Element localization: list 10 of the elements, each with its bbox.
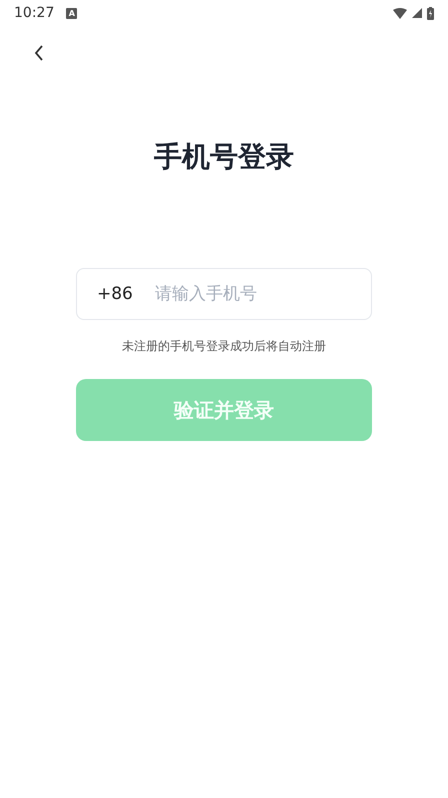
country-code: +86 <box>97 284 133 304</box>
notification-icon: A <box>66 8 78 18</box>
phone-field[interactable]: +86 请输入手机号 <box>76 268 372 320</box>
status-time: 10:27 <box>14 5 54 21</box>
page-title: 手机号登录 <box>154 139 294 175</box>
battery-icon <box>427 6 434 20</box>
back-icon <box>34 45 44 61</box>
wifi-icon <box>393 8 407 18</box>
register-hint: 未注册的手机号登录成功后将自动注册 <box>122 338 326 355</box>
signal-icon <box>412 8 422 18</box>
